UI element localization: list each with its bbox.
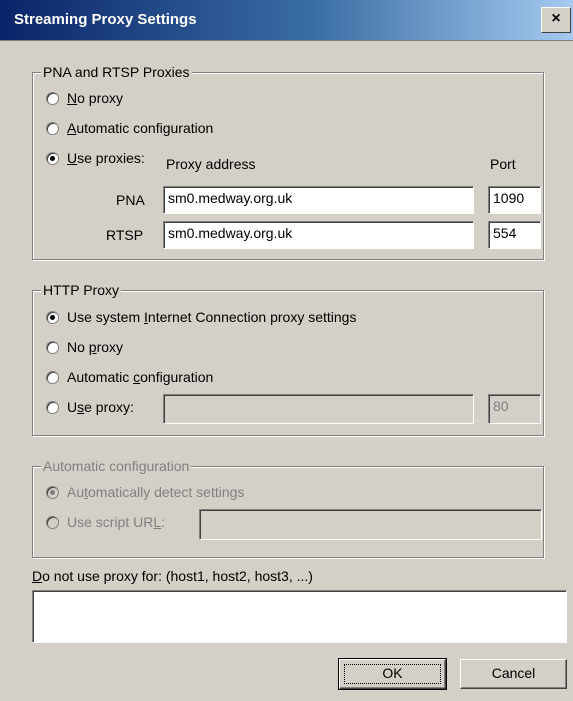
close-icon: ×	[551, 10, 561, 27]
auto-config-legend: Automatic configuration	[41, 458, 192, 474]
pna-rtsp-legend: PNA and RTSP Proxies	[41, 64, 192, 80]
radio-indicator	[46, 515, 59, 529]
http-use-proxy-radio[interactable]: Use proxy:	[46, 399, 134, 415]
pna-address-input[interactable]: sm0.medway.org.uk	[163, 186, 474, 214]
rtsp-port-input[interactable]: 554	[488, 221, 541, 249]
pna-auto-config-label: Automatic configuration	[67, 120, 214, 136]
rtsp-address-input[interactable]: sm0.medway.org.uk	[163, 221, 474, 249]
http-proxy-port-input[interactable]: 80	[488, 394, 541, 424]
radio-indicator	[46, 121, 59, 135]
radio-indicator	[46, 400, 59, 414]
http-no-proxy-label: No proxy	[67, 339, 124, 355]
http-proxy-address-input[interactable]	[163, 394, 474, 424]
radio-indicator	[46, 485, 59, 499]
radio-indicator	[46, 340, 59, 354]
pna-port-input[interactable]: 1090	[488, 186, 541, 214]
window-title: Streaming Proxy Settings	[14, 11, 197, 28]
bypass-label: Do not use proxy for: (host1, host2, hos…	[32, 568, 313, 584]
http-use-system-label: Use system Internet Connection proxy set…	[67, 309, 357, 325]
http-use-proxy-label: Use proxy:	[67, 399, 134, 415]
pna-use-proxies-label: Use proxies:	[67, 150, 145, 166]
proxy-address-header: Proxy address	[166, 156, 256, 172]
auto-detect-radio[interactable]: Automatically detect settings	[46, 484, 244, 500]
bypass-input[interactable]	[32, 590, 567, 643]
http-no-proxy-radio[interactable]: No proxy	[46, 339, 123, 355]
ok-button-label: OK	[382, 665, 403, 681]
radio-indicator	[46, 151, 59, 165]
port-header: Port	[490, 156, 516, 172]
rtsp-label: RTSP	[106, 227, 144, 243]
ok-button[interactable]: OK	[338, 658, 447, 690]
pna-no-proxy-radio[interactable]: No proxy	[46, 90, 123, 106]
pna-no-proxy-label: No proxy	[67, 90, 124, 106]
http-proxy-legend: HTTP Proxy	[41, 282, 121, 298]
radio-indicator	[46, 310, 59, 324]
http-auto-config-radio[interactable]: Automatic configuration	[46, 369, 213, 385]
http-auto-config-label: Automatic configuration	[67, 369, 214, 385]
script-url-radio[interactable]: Use script URL:	[46, 514, 165, 530]
script-url-label: Use script URL:	[67, 514, 166, 530]
pna-auto-config-radio[interactable]: Automatic configuration	[46, 120, 213, 136]
pna-label: PNA	[116, 192, 145, 208]
script-url-input[interactable]	[199, 509, 542, 540]
close-button[interactable]: ×	[541, 7, 571, 33]
pna-use-proxies-radio[interactable]: Use proxies:	[46, 150, 145, 166]
radio-indicator	[46, 370, 59, 384]
cancel-button-label: Cancel	[491, 665, 536, 681]
auto-detect-label: Automatically detect settings	[67, 484, 245, 500]
cancel-button[interactable]: Cancel	[460, 659, 567, 689]
http-use-system-radio[interactable]: Use system Internet Connection proxy set…	[46, 309, 356, 325]
title-bar: Streaming Proxy Settings ×	[0, 0, 573, 41]
radio-indicator	[46, 91, 59, 105]
